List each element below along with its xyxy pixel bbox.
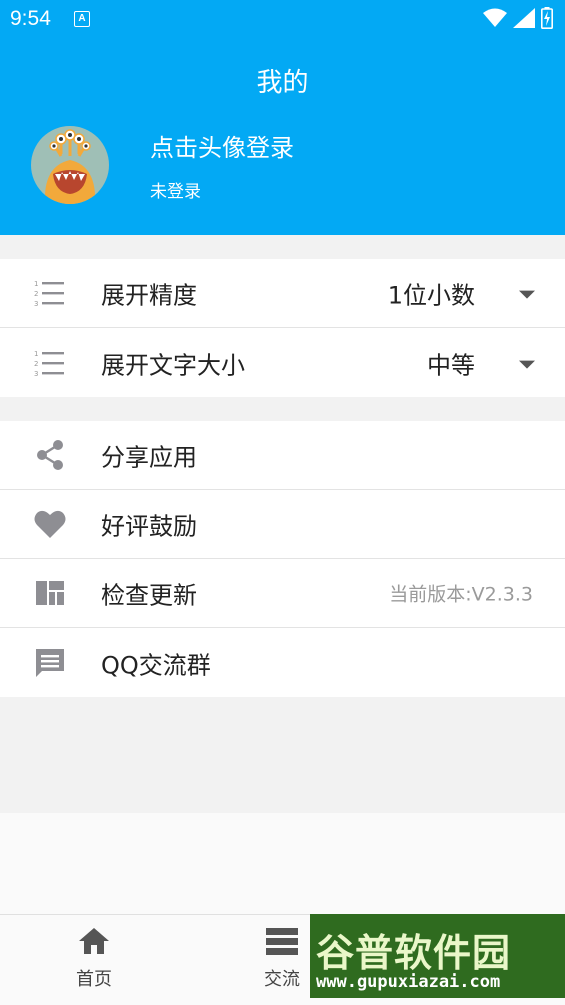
menu-item-share[interactable]: 分享应用: [0, 421, 565, 490]
watermark-title: 谷普软件园: [316, 931, 512, 975]
battery-icon: [541, 7, 553, 29]
avatar[interactable]: [31, 126, 109, 204]
nav-label: 首页: [76, 969, 112, 990]
dropdown-arrow-icon[interactable]: [519, 290, 535, 299]
login-prompt[interactable]: 点击头像登录: [150, 128, 294, 163]
heart-icon: [34, 508, 66, 540]
svg-text:1: 1: [34, 350, 38, 358]
menu-label: QQ交流群: [101, 651, 211, 679]
status-time: 9:54: [10, 7, 51, 30]
signal-icon: [513, 8, 535, 28]
status-bar: 9:54 A: [0, 0, 565, 38]
svg-text:1: 1: [34, 280, 38, 288]
dashboard-icon: [34, 577, 66, 609]
setting-row-font-size[interactable]: 1 2 3 展开文字大小 中等: [0, 328, 565, 397]
menu-label: 好评鼓励: [101, 512, 197, 541]
wifi-icon: [483, 8, 507, 27]
menu-item-qq-group[interactable]: QQ交流群: [0, 628, 565, 697]
menu-section: 分享应用 好评鼓励 检查更新 当前版本:V2.3.3 QQ交流群: [0, 421, 565, 697]
monster-avatar-icon: [44, 129, 96, 204]
list-numbered-icon: 1 2 3: [34, 347, 66, 379]
nav-home[interactable]: 首页: [54, 927, 134, 991]
svg-text:3: 3: [34, 370, 38, 377]
share-icon: [34, 439, 66, 471]
setting-value[interactable]: 1位小数: [388, 276, 475, 311]
dropdown-arrow-icon[interactable]: [519, 360, 535, 369]
list-icon: [266, 928, 298, 955]
profile-header: 9:54 A 我的 点击头像登录 未登录: [0, 0, 565, 235]
setting-row-precision[interactable]: 1 2 3 展开精度 1位小数: [0, 259, 565, 328]
svg-text:2: 2: [34, 360, 38, 368]
menu-label: 分享应用: [101, 443, 197, 472]
svg-text:2: 2: [34, 290, 38, 298]
menu-item-rate[interactable]: 好评鼓励: [0, 490, 565, 559]
empty-area: [0, 813, 565, 915]
watermark-url: www.gupuxiazai.com: [316, 972, 501, 992]
setting-label: 展开精度: [101, 281, 197, 310]
login-status: 未登录: [150, 182, 201, 202]
status-icons: [483, 6, 553, 30]
version-text: 当前版本:V2.3.3: [389, 583, 533, 606]
chat-icon: [34, 647, 66, 679]
svg-text:3: 3: [34, 300, 38, 307]
settings-section: 1 2 3 展开精度 1位小数 1 2 3 展开文字大小 中等: [0, 259, 565, 397]
menu-item-check-update[interactable]: 检查更新 当前版本:V2.3.3: [0, 559, 565, 628]
page-title: 我的: [256, 68, 309, 98]
watermark: 谷普软件园 www.gupuxiazai.com: [310, 914, 565, 998]
menu-label: 检查更新: [101, 581, 197, 610]
home-icon: [79, 928, 109, 954]
list-numbered-icon: 1 2 3: [34, 277, 66, 309]
setting-label: 展开文字大小: [101, 351, 245, 379]
notification-icon: A: [74, 11, 90, 27]
setting-value[interactable]: 中等: [427, 345, 475, 380]
